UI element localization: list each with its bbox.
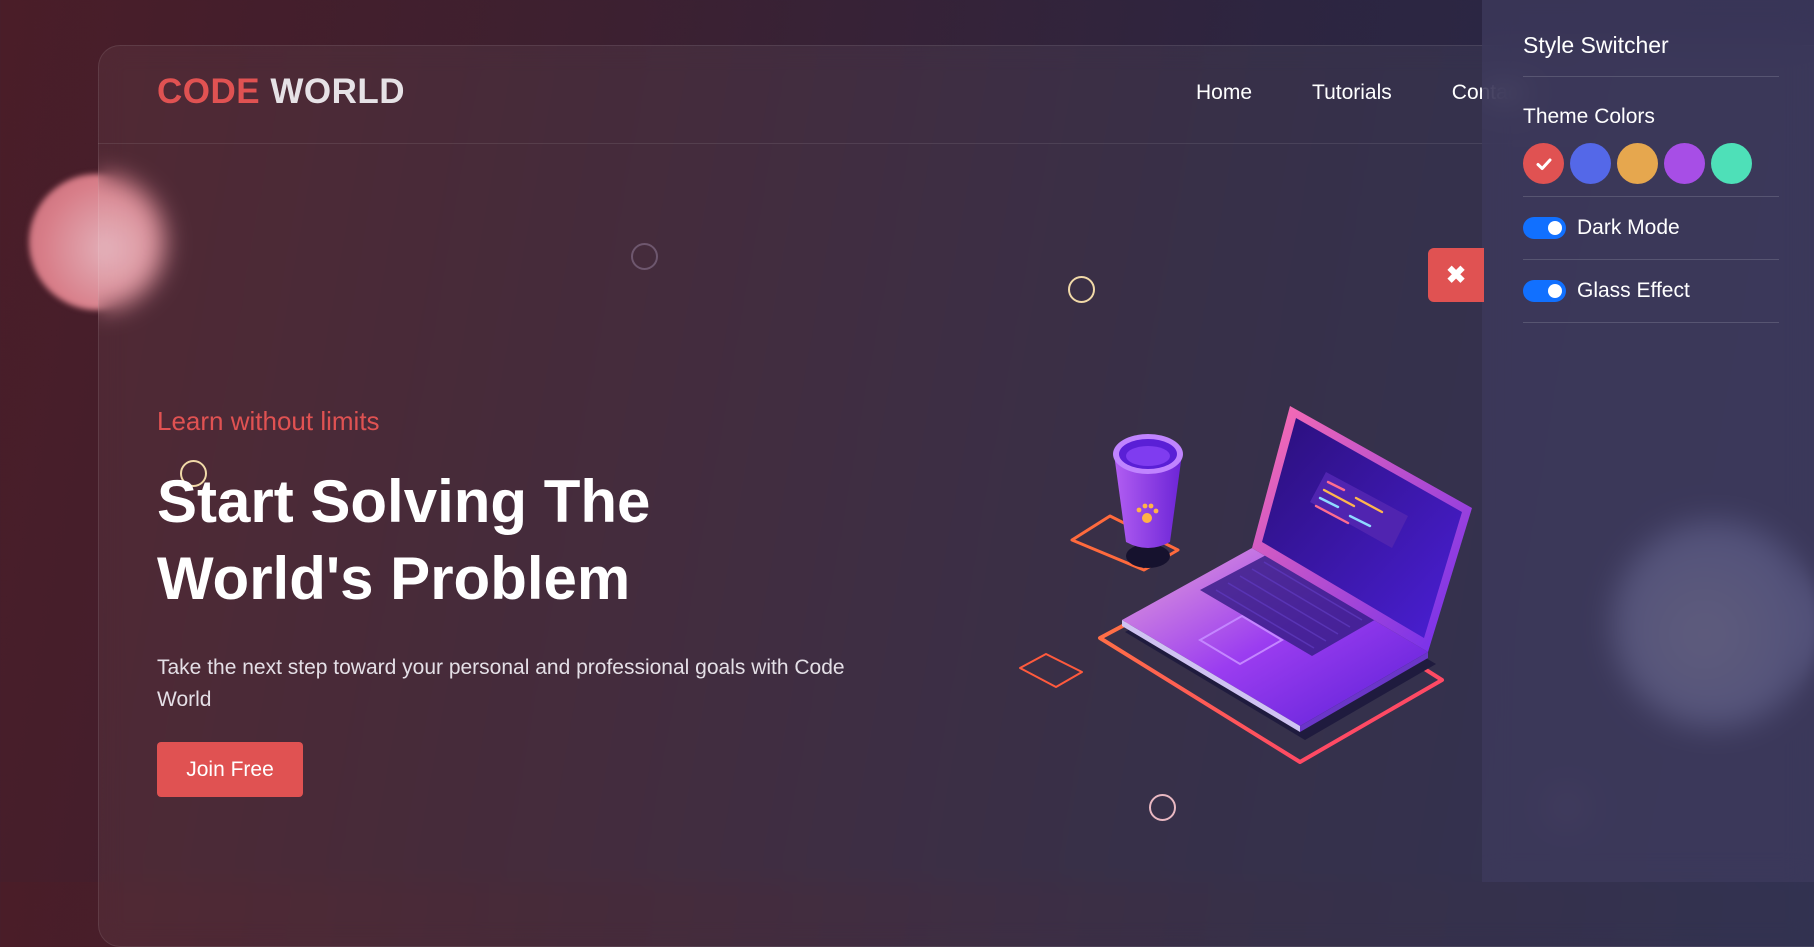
glass-effect-row: Glass Effect xyxy=(1523,260,1779,323)
close-icon: ✖ xyxy=(1445,261,1467,289)
glass-effect-label: Glass Effect xyxy=(1577,279,1690,302)
color-swatch-blue[interactable] xyxy=(1570,143,1611,184)
logo-part-world: WORLD xyxy=(270,72,406,111)
hero-section: Learn without limits Start Solving The W… xyxy=(157,406,917,716)
logo[interactable]: CODE WORLD xyxy=(157,72,405,112)
decorative-ring xyxy=(1068,276,1095,303)
color-swatch-orange[interactable] xyxy=(1617,143,1658,184)
nav-link-home[interactable]: Home xyxy=(1196,81,1252,105)
dark-mode-row: Dark Mode xyxy=(1523,197,1779,260)
join-free-button[interactable]: Join Free xyxy=(157,742,303,797)
nav-link-tutorials[interactable]: Tutorials xyxy=(1312,81,1392,105)
style-switcher-panel: Style Switcher Theme Colors Dark Mode Gl… xyxy=(1482,0,1814,882)
decorative-ring xyxy=(1149,794,1176,821)
hero-description: Take the next step toward your personal … xyxy=(157,656,845,711)
color-swatch-green[interactable] xyxy=(1711,143,1752,184)
dark-mode-toggle[interactable] xyxy=(1523,217,1566,239)
close-switcher-button[interactable]: ✖ xyxy=(1428,248,1484,302)
hero-tagline: Learn without limits xyxy=(157,406,380,436)
glass-effect-toggle[interactable] xyxy=(1523,280,1566,302)
theme-color-swatches xyxy=(1523,143,1779,197)
hero-title-line1: Start Solving The xyxy=(157,468,651,535)
color-swatch-red[interactable] xyxy=(1523,143,1564,184)
laptop-illustration xyxy=(1019,406,1472,764)
logo-part-code: CODE xyxy=(157,72,261,111)
checkmark-icon xyxy=(1536,158,1551,170)
color-swatch-purple[interactable] xyxy=(1664,143,1705,184)
hero-title: Start Solving The World's Problem xyxy=(157,463,917,617)
decorative-ring xyxy=(631,243,658,270)
style-switcher-title: Style Switcher xyxy=(1523,32,1779,77)
theme-colors-label: Theme Colors xyxy=(1523,105,1655,128)
dark-mode-label: Dark Mode xyxy=(1577,216,1680,239)
hero-title-line2: World's Problem xyxy=(157,545,631,612)
